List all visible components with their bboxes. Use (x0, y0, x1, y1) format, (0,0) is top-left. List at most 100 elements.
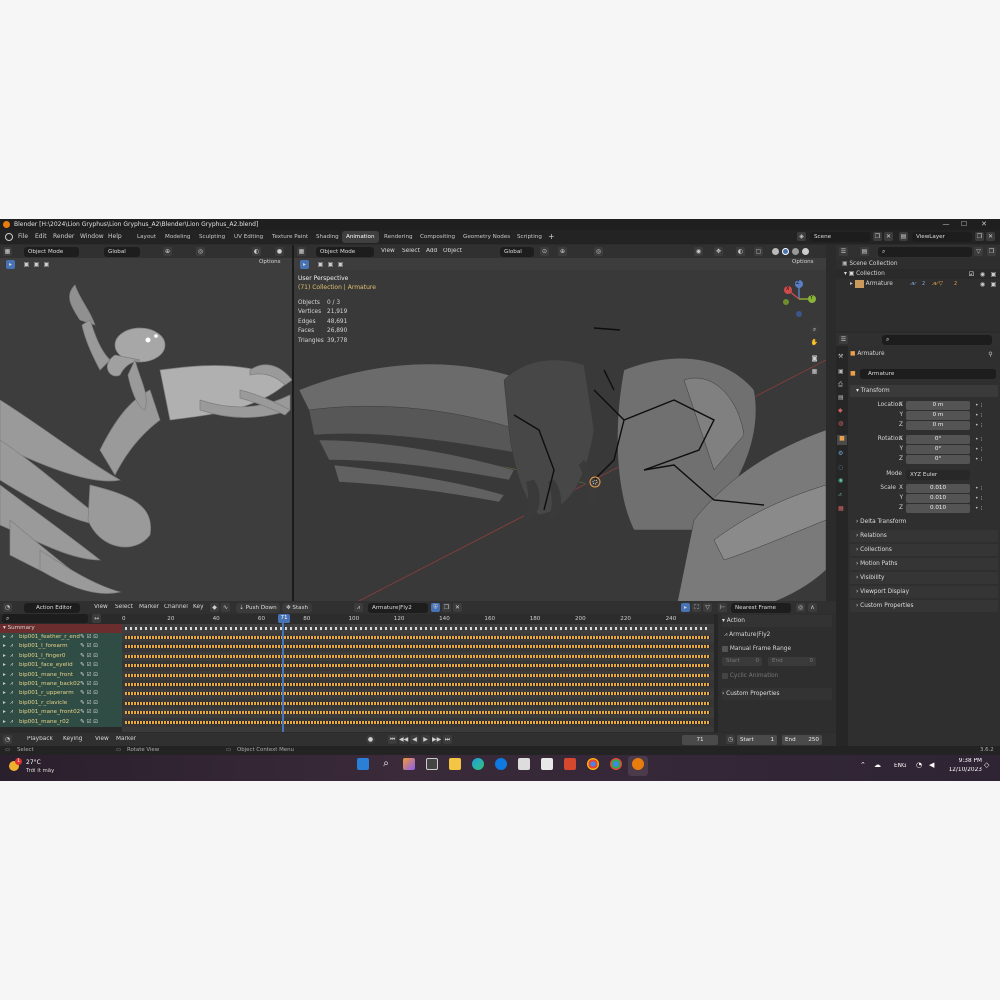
world-tab-icon[interactable]: ◍ (838, 420, 846, 428)
properties-search-input[interactable]: ⌕ (882, 335, 992, 345)
interpolation-icon[interactable]: ∿ (221, 603, 230, 612)
collection-camera-icon[interactable]: ▣ (989, 270, 998, 279)
wifi-icon[interactable]: ◔ (916, 761, 922, 769)
delete-scene-icon[interactable]: ✕ (884, 232, 893, 241)
fake-user-icon[interactable]: ⛨ (431, 603, 440, 612)
scene-icon[interactable]: ◈ (797, 232, 806, 241)
visibility-section[interactable]: › Visibility (850, 572, 998, 584)
expand-icon[interactable]: ▸ (3, 671, 6, 680)
main-overlay-icon[interactable]: ◐ (736, 247, 745, 256)
current-frame-field[interactable]: 71 (682, 735, 718, 745)
tab-rendering[interactable]: Rendering (380, 231, 417, 243)
weather-temp[interactable]: 27°C (26, 759, 41, 766)
object-name-field[interactable]: Armature (860, 369, 996, 379)
delta-transform-section[interactable]: › Delta Transform (856, 516, 906, 528)
left-viewport[interactable] (0, 270, 292, 619)
expand-icon[interactable]: ▸ (3, 680, 6, 689)
language-indicator[interactable]: ENG (894, 763, 907, 769)
channel-row[interactable]: ▸ ⩘ bip001_mane_back02 ✎ ☑ ⊡ (0, 680, 122, 690)
channel-toggle-icons[interactable]: ✎ ☑ ⊡ (80, 652, 98, 661)
shading-icon[interactable]: ● (275, 247, 284, 256)
proportional-edit-icon[interactable]: ◎ (196, 247, 205, 256)
tab-scripting[interactable]: Scripting (513, 231, 546, 243)
blender-menu-icon[interactable] (5, 233, 13, 241)
physics-tab-icon[interactable]: ◉ (838, 477, 846, 485)
main-pivot-icon[interactable]: ⊙ (540, 247, 549, 256)
overlay-icon[interactable]: ◐ (252, 247, 261, 256)
main-proportional-icon[interactable]: ◎ (594, 247, 603, 256)
chrome-profile-icon[interactable] (610, 758, 622, 770)
summary-row[interactable]: ▾ Summary (0, 624, 122, 633)
zoom-view-icon[interactable]: ⌕ (810, 325, 819, 334)
expand-icon[interactable]: ▸ (3, 642, 6, 651)
channel-toggle-icons[interactable]: ✎ ☑ ⊡ (80, 671, 98, 680)
end-frame-field[interactable]: End 250 (782, 735, 822, 745)
add-workspace-icon[interactable]: + (548, 230, 555, 244)
select-mode-icon[interactable]: ▣ (22, 260, 31, 269)
unlink-action-icon[interactable]: ✕ (453, 603, 462, 612)
start-frame-field[interactable]: Start 1 (737, 735, 777, 745)
keyframe-area[interactable]: 0 20 40 60 80 100 120 140 160 180 200 220 240 71 (122, 614, 714, 732)
modifier-tab-icon[interactable]: ⚙ (838, 450, 846, 458)
tab-animation[interactable]: Animation (342, 231, 379, 243)
tab-geometry-nodes[interactable]: Geometry Nodes (459, 231, 514, 243)
notification-bell-icon[interactable]: ◇ (984, 761, 989, 769)
channel-row[interactable]: ▸ ⩘ bip001_mane_front ✎ ☑ ⊡ (0, 670, 122, 680)
timeline-type-icon[interactable]: ◔ (3, 735, 12, 744)
keyframe-strip[interactable] (125, 711, 710, 715)
xray-icon[interactable]: ▢ (754, 247, 763, 256)
tab-sculpting[interactable]: Sculpting (195, 231, 229, 243)
scene-selector[interactable]: Scene (810, 232, 870, 242)
clock-date[interactable]: 12/10/2023 (944, 767, 982, 773)
view-layer-icon[interactable]: ▤ (899, 232, 908, 241)
ae-menu-view[interactable]: View (94, 604, 108, 610)
manual-frame-range-toggle[interactable]: Manual Frame Range (722, 644, 791, 654)
motion-paths-section[interactable]: › Motion Paths (850, 558, 998, 570)
keyframe-strip[interactable] (125, 645, 710, 649)
expand-icon[interactable]: ▸ (3, 699, 6, 708)
main-viewport[interactable]: User Perspective (71) Collection | Armat… (294, 270, 826, 619)
action-editor-mode-selector[interactable]: Action Editor (24, 603, 80, 613)
visibility-icon[interactable]: ◉ (694, 247, 703, 256)
pan-view-icon[interactable]: ✋ (810, 338, 819, 347)
jump-end-icon[interactable]: ⏭ (443, 735, 452, 744)
snap-mode-icon[interactable]: ⊢ (718, 603, 727, 612)
channel-toggle-icons[interactable]: ✎ ☑ ⊡ (80, 708, 98, 717)
office-icon[interactable] (564, 758, 576, 770)
location-y-field[interactable]: 0 m (906, 411, 970, 420)
channel-toggle-icons[interactable]: ✎ ☑ ⊡ (80, 661, 98, 670)
menu-help[interactable]: Help (108, 230, 122, 244)
timeline-menu-playback[interactable]: Playback (27, 736, 53, 742)
armature-camera-icon[interactable]: ▣ (989, 280, 998, 289)
main-editor-type-icon[interactable]: ▦ (297, 247, 306, 256)
rotation-mode-selector[interactable]: XYZ Euler (906, 470, 970, 480)
channel-swap-icon[interactable]: ↔ (92, 614, 101, 623)
stash-button[interactable]: ✻ Stash (282, 603, 312, 613)
camera-view-icon[interactable]: ◙ (810, 354, 819, 363)
channel-row[interactable]: ▸ ⩘ bip001_r_clavicle ✎ ☑ ⊡ (0, 698, 122, 709)
playhead[interactable] (282, 614, 284, 732)
gizmo-icon[interactable]: ✥ (714, 247, 723, 256)
record-icon[interactable]: ● (366, 735, 375, 744)
scale-y-field[interactable]: 0.010 (906, 494, 970, 503)
outliner-search-input[interactable]: ⌕ (878, 247, 972, 257)
tab-layout[interactable]: Layout (133, 231, 160, 243)
maximize-button[interactable]: ☐ (954, 219, 974, 230)
main-select-extend-icon[interactable]: ▣ (326, 260, 335, 269)
channel-toggle-icons[interactable]: ✎ ☑ ⊡ (80, 699, 98, 708)
main-snap-icon[interactable]: ⊕ (558, 247, 567, 256)
snap-mode-selector[interactable]: Nearest Frame (731, 603, 791, 613)
keyframe-strip[interactable] (125, 636, 710, 639)
timeline-menu-view[interactable]: View (95, 736, 109, 742)
scale-x-field[interactable]: 0.010 (906, 484, 970, 493)
left-options-button[interactable]: Options (259, 259, 281, 265)
menu-window[interactable]: Window (80, 230, 104, 244)
channel-toggle-icons[interactable]: ✎ ☑ ⊡ (80, 633, 98, 642)
clock-time[interactable]: 9:38 PM (948, 758, 982, 764)
dopesheet-type-icon[interactable]: ◔ (3, 603, 12, 612)
store-icon[interactable] (518, 758, 530, 770)
render-tab-icon[interactable]: ▣ (838, 368, 846, 376)
main-options-button[interactable]: Options (792, 259, 814, 265)
material-shading-icon[interactable] (792, 248, 799, 255)
snap-icon[interactable]: ⊕ (163, 247, 172, 256)
